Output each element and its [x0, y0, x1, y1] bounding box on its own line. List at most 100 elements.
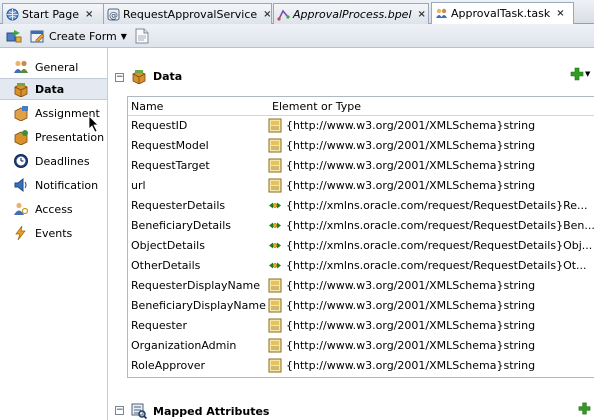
service-icon: @ — [107, 8, 120, 21]
simple-type-icon — [268, 278, 282, 293]
table-row[interactable]: RequesterDetails {http://xmlns.oracle.com… — [128, 196, 594, 216]
table-row[interactable]: OrganizationAdmin {http://www.w3.org/2001… — [128, 336, 594, 356]
xml-element-icon — [269, 242, 281, 249]
table-row[interactable]: RequestTarget {http://www.w3.org/2001/XML… — [128, 156, 594, 176]
tab-label: RequestApprovalService — [123, 7, 258, 21]
xml-element-icon — [269, 222, 281, 229]
table-header: Name Element or Type — [128, 97, 594, 116]
tab-approval-process-bpel[interactable]: ApprovalProcess.bpel × — [273, 3, 429, 24]
variable-name: OrganizationAdmin — [131, 339, 237, 352]
sidebar-item-general[interactable]: General — [0, 56, 107, 78]
toolbar: Create Form ▼ — [0, 24, 594, 48]
variable-type: {http://www.w3.org/2001/XMLSchema}string — [286, 339, 536, 352]
editor-tab-bar: Start Page × @ RequestApprovalService × … — [0, 0, 594, 24]
sidebar-item-notification[interactable]: Notification — [0, 174, 107, 196]
chevron-down-icon[interactable]: ▼ — [585, 70, 590, 78]
sidebar-item-label: Deadlines — [35, 154, 90, 168]
task-icon — [436, 8, 447, 18]
sidebar-item-events[interactable]: Events — [0, 222, 107, 244]
variable-name: ObjectDetails — [131, 239, 205, 252]
variable-name: url — [131, 179, 146, 192]
sidebar-item-access[interactable]: Access — [0, 198, 107, 220]
close-icon[interactable]: × — [556, 8, 564, 19]
task-settings-icon[interactable] — [6, 28, 22, 44]
data-editor-panel: − Data ▼ Name Element or Type RequestID {… — [109, 48, 594, 420]
sidebar-item-data[interactable]: Data — [0, 78, 107, 100]
variable-type: {http://xmlns.oracle.com/request/Request… — [286, 259, 587, 272]
task-editor-sidebar: General Data Assignment Presentation Dea… — [0, 48, 108, 420]
table-row[interactable]: RoleApprover {http://www.w3.org/2001/XMLS… — [128, 356, 594, 376]
add-variable-icon[interactable] — [570, 67, 584, 81]
sidebar-item-deadlines[interactable]: Deadlines — [0, 150, 107, 172]
mapped-attributes-title: Mapped Attributes — [153, 405, 270, 418]
xml-element-icon — [269, 202, 281, 209]
table-row[interactable]: OtherDetails {http://xmlns.oracle.com/req… — [128, 256, 594, 276]
tab-start-page[interactable]: Start Page × — [2, 3, 106, 24]
variable-type: {http://www.w3.org/2001/XMLSchema}string — [286, 279, 536, 292]
tab-approval-task[interactable]: ApprovalTask.task × — [431, 2, 574, 24]
column-header-name[interactable]: Name — [131, 100, 163, 113]
tab-label: Start Page — [22, 7, 79, 21]
notification-icon — [14, 177, 27, 193]
simple-type-icon — [268, 298, 282, 313]
table-row[interactable]: BeneficiaryDisplayName {http://www.w3.org… — [128, 296, 594, 316]
table-row[interactable]: RequestID {http://www.w3.org/2001/XMLSche… — [128, 116, 594, 136]
close-icon[interactable]: × — [418, 9, 426, 20]
create-form-button[interactable]: Create Form ▼ — [30, 27, 127, 45]
variable-type: {http://www.w3.org/2001/XMLSchema}string — [286, 179, 536, 192]
variable-name: BeneficiaryDetails — [131, 219, 231, 232]
table-row[interactable]: Requester {http://www.w3.org/2001/XMLSche… — [128, 316, 594, 336]
simple-type-icon — [268, 158, 282, 173]
data-section-title: Data — [153, 70, 183, 83]
variable-name: RequestID — [131, 119, 188, 132]
variable-type: {http://www.w3.org/2001/XMLSchema}string — [286, 139, 536, 152]
globe-icon — [6, 8, 19, 20]
variable-name: RequesterDetails — [131, 199, 226, 212]
access-icon — [14, 202, 29, 215]
tab-label: ApprovalTask.task — [451, 7, 551, 20]
tab-label: ApprovalProcess.bpel — [293, 7, 412, 21]
form-icon — [30, 30, 45, 42]
close-icon[interactable]: × — [85, 9, 93, 20]
add-mapped-attribute-icon[interactable] — [578, 402, 591, 415]
variable-name: RequestModel — [131, 139, 209, 152]
people-icon — [14, 60, 28, 73]
mapped-attributes-icon — [131, 403, 147, 419]
table-row[interactable]: url {http://www.w3.org/2001/XMLSchema}str… — [128, 176, 594, 196]
document-icon[interactable] — [135, 28, 149, 44]
close-icon[interactable]: × — [263, 9, 271, 20]
variable-type: {http://www.w3.org/2001/XMLSchema}string — [286, 159, 536, 172]
simple-type-icon — [268, 118, 282, 133]
clock-icon — [14, 154, 28, 168]
variable-type: {http://www.w3.org/2001/XMLSchema}string — [286, 119, 536, 132]
chevron-down-icon[interactable]: ▼ — [121, 32, 127, 41]
assignment-icon — [14, 106, 28, 121]
table-row[interactable]: ObjectDetails {http://xmlns.oracle.com/re… — [128, 236, 594, 256]
table-row[interactable]: BeneficiaryDetails {http://xmlns.oracle.c… — [128, 216, 594, 236]
tab-request-approval-service[interactable]: @ RequestApprovalService × — [103, 3, 272, 24]
variable-type: {http://www.w3.org/2001/XMLSchema}string — [286, 299, 536, 312]
variable-type: {http://xmlns.oracle.com/request/Request… — [286, 219, 594, 232]
sidebar-item-label: Notification — [35, 178, 99, 192]
xml-element-icon — [269, 262, 281, 269]
table-row[interactable]: RequesterDisplayName {http://www.w3.org/2… — [128, 276, 594, 296]
sidebar-item-label: Data — [35, 82, 65, 96]
data-variables-table: Name Element or Type RequestID {http://ww… — [127, 96, 594, 378]
presentation-icon — [14, 130, 28, 145]
variable-name: RoleApprover — [131, 359, 206, 372]
table-row[interactable]: RequestModel {http://www.w3.org/2001/XMLS… — [128, 136, 594, 156]
bpel-icon — [277, 9, 290, 21]
simple-type-icon — [268, 178, 282, 193]
sidebar-item-label: Access — [35, 202, 73, 216]
column-header-type[interactable]: Element or Type — [272, 100, 361, 113]
variable-name: RequestTarget — [131, 159, 210, 172]
create-form-label: Create Form — [49, 29, 117, 43]
variable-type: {http://xmlns.oracle.com/request/Request… — [286, 199, 588, 212]
collapse-data-toggle[interactable]: − — [115, 73, 124, 82]
variable-type: {http://xmlns.oracle.com/request/Request… — [286, 239, 593, 252]
simple-type-icon — [268, 358, 282, 373]
collapse-mapped-toggle[interactable]: − — [115, 406, 124, 415]
data-box-icon — [132, 70, 146, 84]
simple-type-icon — [268, 138, 282, 153]
sidebar-item-label: Events — [35, 226, 73, 240]
